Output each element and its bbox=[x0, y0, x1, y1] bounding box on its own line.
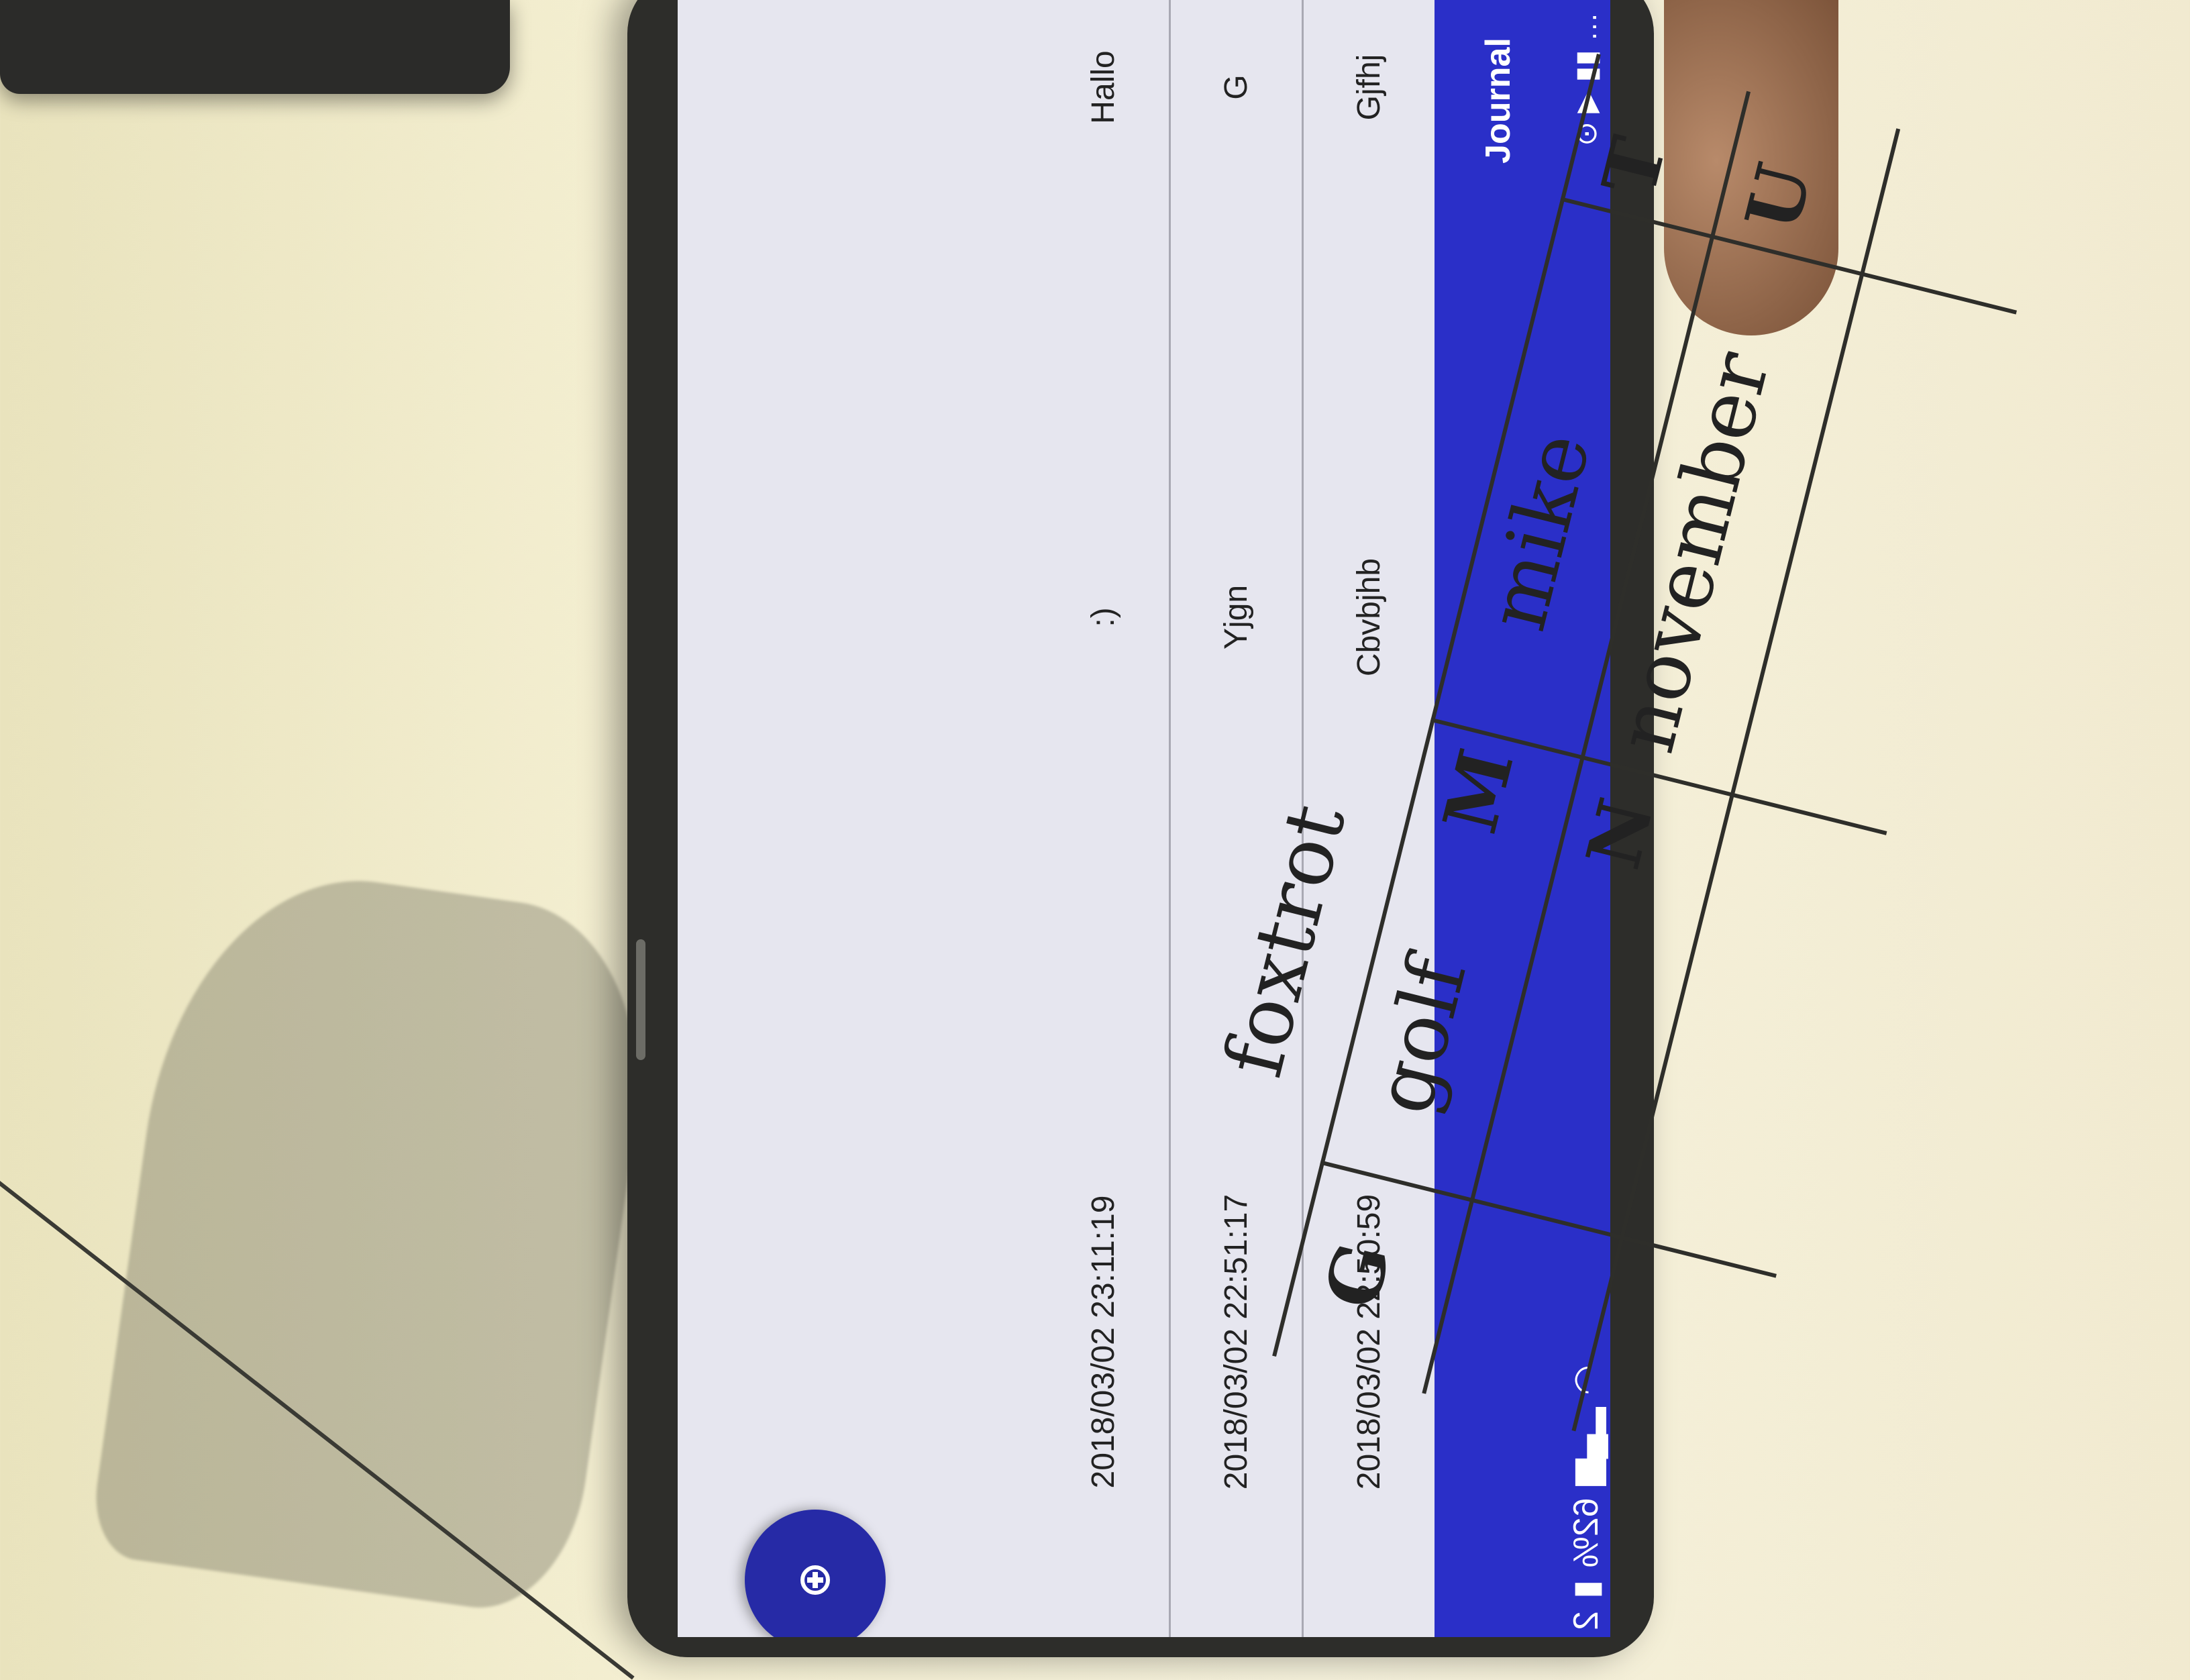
letter-u: U bbox=[1728, 155, 1828, 240]
clock: 2 bbox=[1567, 1611, 1606, 1630]
letter-n: N bbox=[1569, 790, 1671, 877]
letter-m: M bbox=[1426, 741, 1530, 841]
dark-object bbox=[0, 0, 510, 94]
entry-date: 2018/03/02 23:11:19 bbox=[1086, 1195, 1121, 1489]
letter-t: T bbox=[1585, 129, 1683, 203]
entry-body: Yjgn bbox=[1218, 584, 1254, 650]
entry-body: :) bbox=[1086, 607, 1121, 627]
phone-side-button bbox=[636, 939, 645, 1060]
word-golf: golf bbox=[1357, 949, 1485, 1123]
letter-g: G bbox=[1308, 1234, 1408, 1317]
battery-icon: ▮ bbox=[1567, 1579, 1606, 1599]
photo-scene: ⊙ ▶ ▮▮ … ◠ ▂▄▆ 62% ▮ 2 Journal Gjfhj Cbv… bbox=[0, 0, 2190, 1680]
page-title: Journal bbox=[1479, 38, 1518, 164]
entry-body: Cbvbjhb bbox=[1351, 558, 1387, 677]
entry-title: Gjfhj bbox=[1351, 54, 1387, 121]
entry-title: G bbox=[1218, 74, 1254, 100]
entry-title: Hallo bbox=[1086, 50, 1121, 124]
battery-percent: 62% bbox=[1567, 1498, 1606, 1568]
list-item[interactable]: Hallo :) 2018/03/02 23:11:19 bbox=[1038, 0, 1169, 1637]
word-november: november bbox=[1599, 343, 1788, 762]
add-icon bbox=[800, 1565, 830, 1595]
shadow bbox=[87, 855, 664, 1620]
add-entry-button[interactable] bbox=[745, 1510, 886, 1637]
